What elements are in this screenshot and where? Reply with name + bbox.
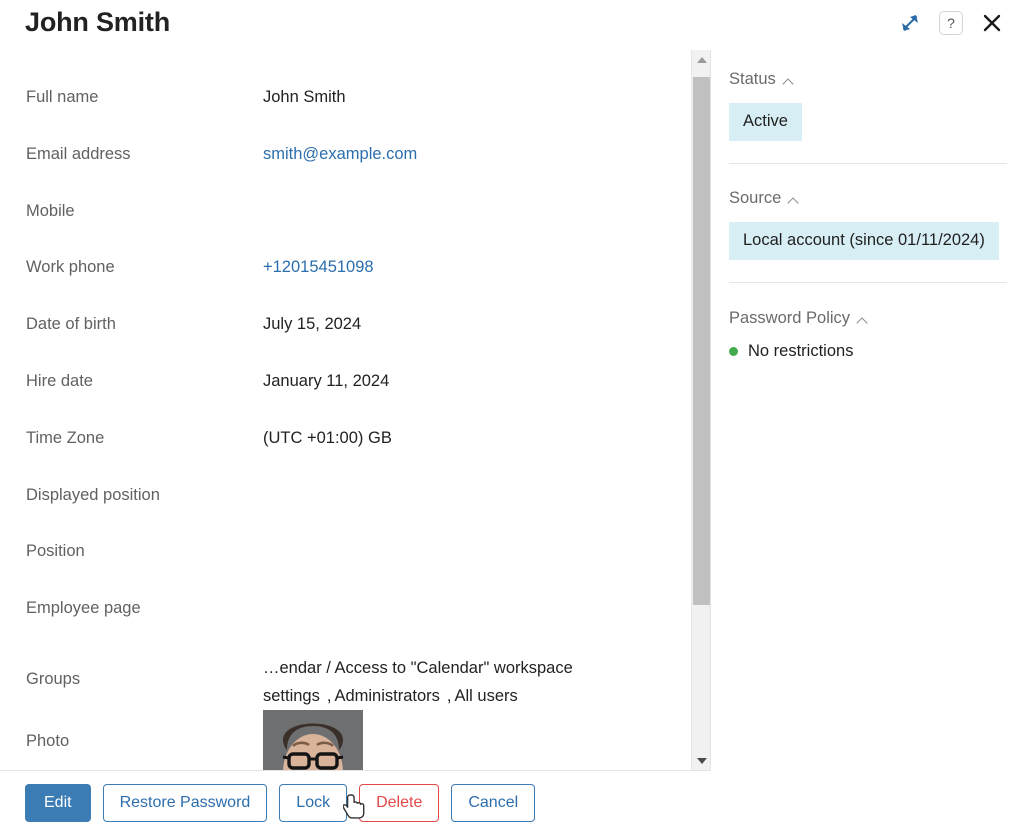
summary-sidebar: Status Active Source Local account (sinc… [711, 50, 1021, 835]
form-row-value: July 15, 2024 [263, 315, 362, 334]
form-row-groups: Groups …endar / Access to "Calendar" work… [0, 650, 690, 710]
form-row-label: Employee page [26, 599, 141, 618]
sidebar-section-status: Status Active [711, 50, 1021, 164]
page-title: John Smith [25, 7, 170, 37]
delete-button[interactable]: Delete [359, 784, 440, 822]
form-row: Position [0, 536, 690, 593]
form-row: Mobile [0, 196, 690, 253]
sidebar-section-password-policy-header[interactable]: Password Policy [729, 309, 1007, 328]
lock-button[interactable]: Lock [279, 784, 348, 822]
sidebar-section-source: Source Local account (since 01/11/2024) [711, 164, 1021, 283]
source-badge: Local account (since 01/11/2024) [729, 222, 999, 260]
edit-button[interactable]: Edit [25, 784, 91, 822]
form-row-label: Date of birth [26, 315, 116, 334]
sidebar-section-source-header[interactable]: Source [729, 189, 1007, 208]
form-row-value [263, 480, 680, 484]
form-row-label: Displayed position [26, 485, 160, 504]
groups-list: …endar / Access to "Calendar" workspace … [263, 650, 680, 710]
form-row: Email address smith@example.com [0, 139, 690, 196]
form-row: Displayed position [0, 480, 690, 537]
form-row-label: Full name [26, 88, 99, 106]
form-row-photo: Photo [0, 709, 690, 770]
chevron-up-icon[interactable] [858, 316, 868, 326]
user-detail-dialog: John Smith ? Full name John Smith Email … [0, 0, 1021, 835]
password-policy-item: No restrictions [729, 342, 1007, 361]
cancel-button[interactable]: Cancel [451, 784, 536, 822]
form-row-label: Groups [26, 669, 81, 688]
form-row-value: January 11, 2024 [263, 371, 390, 390]
user-details-form-pane: Full name John Smith Email address smith@ex… [0, 50, 710, 770]
header-actions: ? [895, 8, 1007, 38]
dialog-footer: Edit Restore Password Lock Delete Cancel [0, 771, 711, 835]
sidebar-section-status-title: Status [729, 70, 776, 88]
form-row-value-link[interactable]: smith@example.com [263, 139, 680, 165]
form-row: Work phone +12015451098 [0, 252, 690, 309]
form-row-label: Work phone [26, 258, 115, 277]
expand-diagonal-icon[interactable] [895, 8, 925, 38]
sidebar-section-password-policy: Password Policy No restrictions [711, 283, 1021, 361]
form-row-label: Hire date [26, 371, 93, 390]
status-dot-icon [729, 347, 738, 356]
user-details-form: Full name John Smith Email address smith@ex… [0, 50, 690, 770]
question-mark-icon[interactable]: ? [939, 11, 963, 35]
form-row: Full name John Smith [0, 82, 690, 139]
restore-password-button[interactable]: Restore Password [102, 784, 268, 822]
form-row-label: Position [26, 542, 85, 561]
group-name: All users [454, 686, 518, 705]
form-row: Employee page [0, 593, 690, 650]
chevron-up-icon[interactable] [789, 196, 799, 206]
form-row-label: Time Zone [26, 428, 105, 447]
status-badge: Active [729, 103, 802, 141]
group-link[interactable]: Administrators [334, 687, 439, 705]
password-policy-label: No restrictions [748, 342, 854, 360]
form-row-value-link[interactable]: +12015451098 [263, 252, 680, 278]
sidebar-section-password-policy-title: Password Policy [729, 309, 851, 327]
form-row-value: John Smith [263, 88, 346, 106]
form-row-label: Mobile [26, 201, 75, 220]
form-row-value [263, 536, 680, 540]
form-row: Date of birth July 15, 2024 [0, 309, 690, 366]
close-x-icon[interactable] [977, 8, 1007, 38]
sidebar-section-source-title: Source [729, 189, 782, 207]
form-row-label: Photo [26, 731, 70, 750]
user-photo[interactable] [263, 709, 363, 770]
form-row: Hire date January 11, 2024 [0, 366, 690, 423]
dialog-header: John Smith ? [0, 0, 1021, 50]
form-row-label: Email address [26, 144, 131, 163]
caret-down-icon[interactable] [692, 751, 711, 770]
form-row: Time Zone (UTC +01:00) GB [0, 423, 690, 480]
caret-up-icon[interactable] [692, 50, 711, 69]
form-row-value: (UTC +01:00) GB [263, 428, 392, 447]
photo-cell [263, 709, 680, 770]
sidebar-section-status-header[interactable]: Status [729, 70, 1007, 89]
form-row-value [263, 593, 680, 597]
vertical-scrollbar[interactable] [691, 50, 711, 770]
form-row-value [263, 196, 680, 200]
group-separator: , [446, 686, 452, 705]
chevron-up-icon[interactable] [784, 77, 794, 87]
scrollbar-thumb[interactable] [693, 77, 710, 605]
group-separator: , [326, 686, 332, 705]
